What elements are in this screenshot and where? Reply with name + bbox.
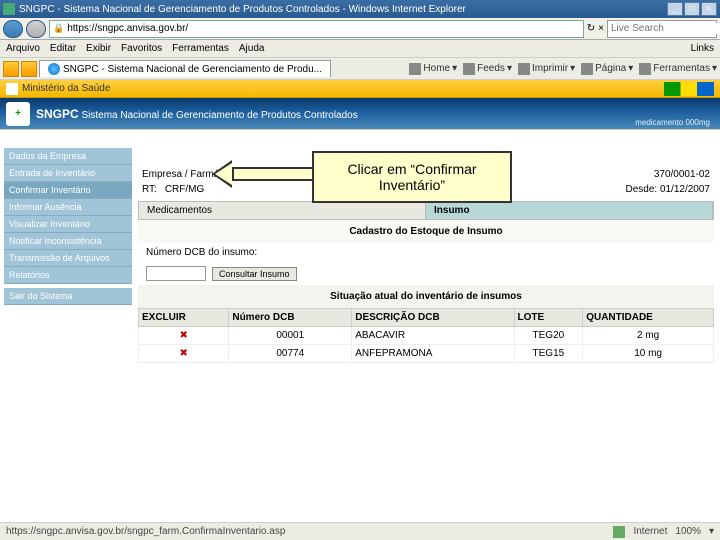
lock-icon: 🔒 xyxy=(53,23,64,34)
internet-icon xyxy=(613,526,625,538)
menu-bar: Arquivo Editar Exibir Favoritos Ferramen… xyxy=(0,40,720,58)
home-icon xyxy=(409,63,421,75)
delete-icon[interactable]: ✖ xyxy=(179,330,187,341)
cell-desc: ABACAVIR xyxy=(352,327,514,345)
ministry-label: Ministério da Saúde xyxy=(22,83,110,94)
page-button[interactable]: Página ▾ xyxy=(581,63,633,75)
sidebar-item-confirmar-inventario[interactable]: Confirmar Inventário xyxy=(4,182,132,199)
crf-value: CRF/MG xyxy=(165,184,204,195)
col-qtd: QUANTIDADE xyxy=(583,309,714,327)
menu-exibir[interactable]: Exibir xyxy=(86,43,111,54)
favorites-icon[interactable] xyxy=(3,61,19,77)
grid-title: Situação atual do inventário de insumos xyxy=(138,285,714,308)
header-text: SNGPC Sistema Nacional de Gerenciamento … xyxy=(36,107,358,121)
col-excluir: EXCLUIR xyxy=(139,309,229,327)
tabset: Medicamentos Insumo xyxy=(138,201,714,220)
tab-title: SNGPC - Sistema Nacional de Gerenciament… xyxy=(63,64,322,75)
cadastro-title: Cadastro do Estoque de Insumo xyxy=(138,220,714,243)
sidebar-item-relatorios[interactable]: Relatórios xyxy=(4,267,132,284)
tools-button[interactable]: Ferramentas ▾ xyxy=(639,63,717,75)
sidebar-item-visualizar-inventario[interactable]: Visualizar Inventário xyxy=(4,216,132,233)
app-icon xyxy=(3,3,15,15)
search-field[interactable]: 🔍 xyxy=(607,20,717,38)
sidebar-item-sair[interactable]: Sair do Sistema xyxy=(4,288,132,305)
address-bar: 🔒 ↻ × 🔍 xyxy=(0,18,720,40)
maximize-button[interactable]: □ xyxy=(684,2,700,16)
menu-arquivo[interactable]: Arquivo xyxy=(6,43,40,54)
header-med: medicamento 000mg xyxy=(635,118,710,127)
desde-label: Desde: xyxy=(625,184,657,195)
window-title: SNGPC - Sistema Nacional de Gerenciament… xyxy=(19,4,667,15)
url-field[interactable]: 🔒 xyxy=(49,20,584,38)
desde-value: 01/12/2007 xyxy=(660,184,710,195)
close-button[interactable]: × xyxy=(701,2,717,16)
brasil-logo xyxy=(664,82,714,96)
cell-qtd: 10 mg xyxy=(583,345,714,363)
search-input[interactable] xyxy=(611,23,720,34)
window-titlebar: SNGPC - Sistema Nacional de Gerenciament… xyxy=(0,0,720,18)
status-bar: https://sngpc.anvisa.gov.br/sngpc_farm.C… xyxy=(0,522,720,540)
feeds-button[interactable]: Feeds ▾ xyxy=(463,63,512,75)
cell-lote: TEG15 xyxy=(514,345,583,363)
print-icon xyxy=(518,63,530,75)
cell-qtd: 2 mg xyxy=(583,327,714,345)
app-header: + SNGPC Sistema Nacional de Gerenciament… xyxy=(0,98,720,130)
favorites-bar: SNGPC - Sistema Nacional de Gerenciament… xyxy=(0,58,720,80)
menu-favoritos[interactable]: Favoritos xyxy=(121,43,162,54)
table-row: ✖ 00001 ABACAVIR TEG20 2 mg xyxy=(139,327,714,345)
inventory-table: EXCLUIR Número DCB DESCRIÇÃO DCB LOTE QU… xyxy=(138,308,714,363)
home-button[interactable]: Home ▾ xyxy=(409,63,457,75)
dcb-input[interactable] xyxy=(146,266,206,281)
sidebar-item-dados-empresa[interactable]: Dados da Empresa xyxy=(4,148,132,165)
refresh-button[interactable]: ↻ xyxy=(587,23,595,34)
sidebar-item-notificar-inconsistencia[interactable]: Notificar Inconsistência xyxy=(4,233,132,250)
forward-button[interactable] xyxy=(26,20,46,38)
minimize-button[interactable]: _ xyxy=(667,2,683,16)
delete-icon[interactable]: ✖ xyxy=(179,348,187,359)
add-favorite-icon[interactable] xyxy=(21,61,37,77)
cell-lote: TEG20 xyxy=(514,327,583,345)
print-button[interactable]: Imprimir ▾ xyxy=(518,63,575,75)
callout-box: Clicar em “Confirmar Inventário” xyxy=(312,151,512,203)
gov-bar: Ministério da Saúde xyxy=(0,80,720,98)
menu-editar[interactable]: Editar xyxy=(50,43,76,54)
dcb-label: Número DCB do insumo: xyxy=(146,247,257,258)
sngpc-logo: + xyxy=(6,102,30,126)
cell-ndcb: 00001 xyxy=(229,327,352,345)
zoom-label[interactable]: 100% xyxy=(675,526,701,537)
ministry-icon xyxy=(6,83,18,95)
cell-ndcb: 00774 xyxy=(229,345,352,363)
feeds-icon xyxy=(463,63,475,75)
status-url: https://sngpc.anvisa.gov.br/sngpc_farm.C… xyxy=(6,526,285,537)
sidebar-item-transmissao-arquivos[interactable]: Transmissão de Arquivos xyxy=(4,250,132,267)
col-ndcb: Número DCB xyxy=(229,309,352,327)
cnpj-value: 370/0001-02 xyxy=(654,169,710,180)
dcb-field-row: Número DCB do insumo: xyxy=(138,243,714,262)
menu-links[interactable]: Links xyxy=(691,43,714,54)
tools-icon xyxy=(639,63,651,75)
consultar-button[interactable]: Consultar Insumo xyxy=(212,267,297,281)
browser-tab[interactable]: SNGPC - Sistema Nacional de Gerenciament… xyxy=(39,60,331,77)
callout-arrow xyxy=(232,167,312,181)
sidebar-item-informar-ausencia[interactable]: Informar Ausência xyxy=(4,199,132,216)
url-input[interactable] xyxy=(67,23,580,34)
sidebar: Dados da Empresa Entrada de Inventário C… xyxy=(0,148,132,363)
page-icon xyxy=(581,63,593,75)
cell-desc: ANFEPRAMONA xyxy=(352,345,514,363)
back-button[interactable] xyxy=(3,20,23,38)
menu-ajuda[interactable]: Ajuda xyxy=(239,43,265,54)
menu-ferramentas[interactable]: Ferramentas xyxy=(172,43,229,54)
col-lote: LOTE xyxy=(514,309,583,327)
rt-label: RT: xyxy=(142,184,157,195)
tab-insumo[interactable]: Insumo xyxy=(426,202,713,219)
zone-label: Internet xyxy=(633,526,667,537)
col-desc: DESCRIÇÃO DCB xyxy=(352,309,514,327)
sidebar-item-entrada-inventario[interactable]: Entrada de Inventário xyxy=(4,165,132,182)
tab-medicamentos[interactable]: Medicamentos xyxy=(139,202,426,219)
main-content: Clicar em “Confirmar Inventário” ENTRADA… xyxy=(132,148,720,363)
stop-button[interactable]: × xyxy=(598,23,604,34)
ie-icon xyxy=(48,63,60,75)
table-row: ✖ 00774 ANFEPRAMONA TEG15 10 mg xyxy=(139,345,714,363)
